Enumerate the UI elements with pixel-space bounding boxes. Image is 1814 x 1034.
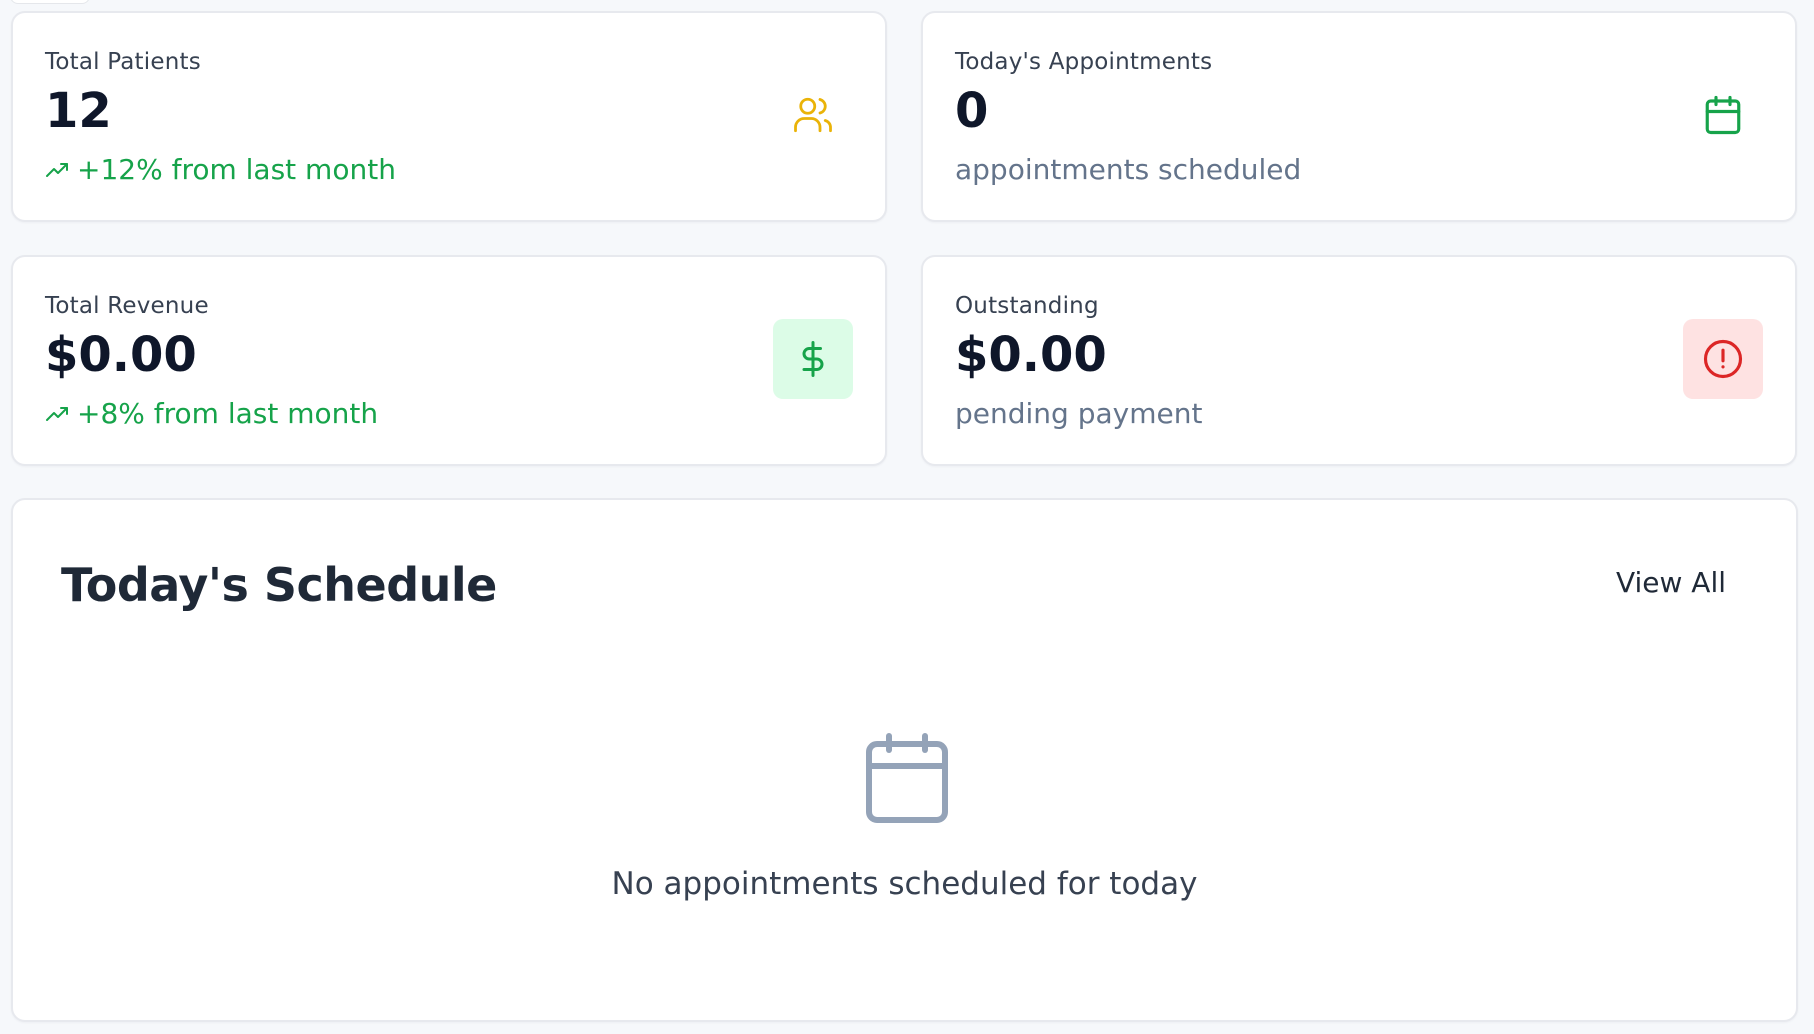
calendar-icon bbox=[1683, 75, 1763, 155]
schedule-title: Today's Schedule bbox=[61, 558, 497, 612]
dollar-icon bbox=[773, 319, 853, 399]
stat-card-todays-appointments: Today's Appointments 0 appointments sche… bbox=[921, 11, 1797, 222]
stat-card-outstanding: Outstanding $0.00 pending payment bbox=[921, 255, 1797, 466]
stat-subtext: appointments scheduled bbox=[955, 153, 1302, 186]
calendar-icon bbox=[866, 733, 948, 823]
view-all-button[interactable]: View All bbox=[1616, 566, 1726, 599]
stat-trend-text: +8% from last month bbox=[77, 397, 379, 430]
stat-card-total-revenue: Total Revenue $0.00 +8% from last month bbox=[11, 255, 887, 466]
stat-trend-text: +12% from last month bbox=[77, 153, 396, 186]
stat-trend: +12% from last month bbox=[45, 153, 396, 187]
stat-label: Total Patients bbox=[45, 49, 201, 75]
alert-circle-icon bbox=[1683, 319, 1763, 399]
stat-value: 12 bbox=[45, 83, 112, 139]
trending-up-icon bbox=[46, 406, 68, 421]
stat-value: $0.00 bbox=[45, 327, 197, 383]
stat-label: Total Revenue bbox=[45, 293, 209, 319]
empty-state-message: No appointments scheduled for today bbox=[611, 866, 1198, 902]
stat-trend: +8% from last month bbox=[45, 397, 378, 431]
trending-up-icon bbox=[46, 162, 68, 177]
users-icon bbox=[773, 75, 853, 155]
schedule-panel: Today's Schedule View All No appointment… bbox=[11, 498, 1798, 1022]
top-card-edge bbox=[10, 0, 90, 4]
stat-card-total-patients: Total Patients 12 +12% from last month bbox=[11, 11, 887, 222]
stat-value: $0.00 bbox=[955, 327, 1107, 383]
stat-value: 0 bbox=[955, 83, 989, 139]
stat-label: Today's Appointments bbox=[955, 49, 1213, 75]
stat-label: Outstanding bbox=[955, 293, 1099, 319]
stat-subtext: pending payment bbox=[955, 397, 1203, 430]
